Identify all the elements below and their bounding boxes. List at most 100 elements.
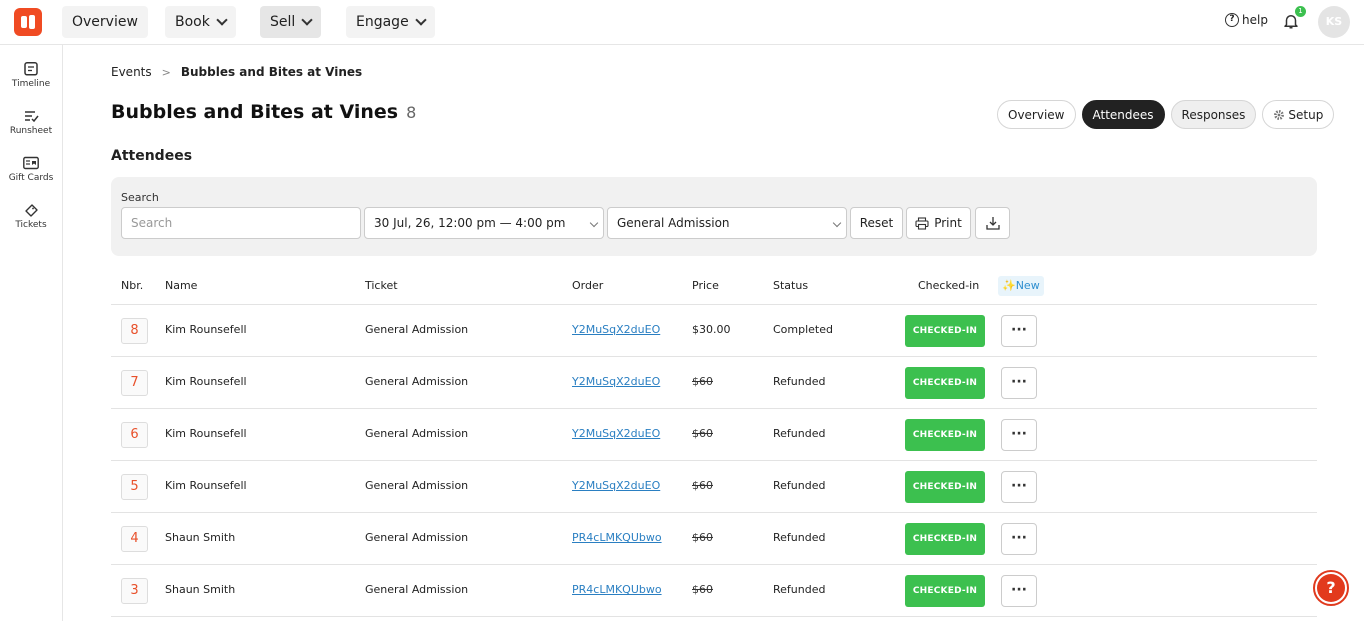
reset-button[interactable]: Reset — [850, 207, 903, 239]
checked-in-button[interactable]: CHECKED-IN — [905, 315, 985, 347]
nav-sell-label: Sell — [270, 14, 296, 30]
tab-attendees[interactable]: Attendees — [1081, 100, 1165, 129]
column-nbr: Nbr. — [121, 279, 144, 292]
gift-card-icon — [23, 156, 39, 170]
table-header: Nbr. Name Ticket Order Price Status Chec… — [111, 271, 1317, 305]
price: $60 — [692, 427, 713, 440]
more-options-button[interactable]: ··· — [1001, 419, 1037, 451]
tab-overview[interactable]: Overview — [997, 100, 1076, 129]
ticket-icon — [25, 204, 38, 217]
ticket-type: General Admission — [365, 375, 469, 388]
attendee-name: Shaun Smith — [165, 583, 236, 596]
ticket-type-select-value: General Admission — [617, 216, 730, 230]
row-number: 4 — [121, 526, 148, 552]
row-number: 6 — [121, 422, 148, 448]
top-nav-bar: Overview Book Sell Engage ? help 1 KS — [0, 0, 1364, 45]
help-label: help — [1242, 13, 1268, 27]
sidebar-item-tickets[interactable]: Tickets — [0, 203, 62, 230]
attendee-name: Kim Rounsefell — [165, 323, 247, 336]
sidebar-item-runsheet[interactable]: Runsheet — [0, 109, 62, 136]
sidebar-item-label: Gift Cards — [8, 173, 54, 183]
event-tabs: Overview Attendees Responses Setup — [997, 100, 1335, 129]
nav-book[interactable]: Book — [165, 6, 236, 38]
runsheet-icon — [25, 111, 39, 123]
sidebar-item-timeline[interactable]: Timeline — [0, 62, 62, 89]
download-button[interactable] — [975, 207, 1010, 239]
sidebar: Timeline Runsheet Gift Cards Tickets — [0, 45, 63, 621]
checked-in-button[interactable]: CHECKED-IN — [905, 367, 985, 399]
help-link[interactable]: ? help — [1225, 13, 1268, 27]
print-button[interactable]: Print — [906, 207, 971, 239]
sidebar-item-label: Timeline — [11, 79, 51, 89]
tab-responses[interactable]: Responses — [1170, 100, 1257, 129]
checked-in-button[interactable]: CHECKED-IN — [905, 575, 985, 607]
app-logo-icon[interactable] — [14, 8, 42, 36]
download-icon — [985, 217, 1000, 230]
session-select[interactable]: 30 Jul, 26, 12:00 pm — 4:00 pm — [364, 207, 604, 239]
sidebar-item-label: Tickets — [15, 220, 47, 230]
row-number: 5 — [121, 474, 148, 500]
price: $60 — [692, 375, 713, 388]
price: $60 — [692, 531, 713, 544]
filters-panel: Search Search 30 Jul, 26, 12:00 pm — 4:0… — [111, 177, 1317, 256]
help-question-icon: ? — [1317, 574, 1345, 602]
tab-setup[interactable]: Setup — [1262, 100, 1335, 129]
more-options-button[interactable]: ··· — [1001, 315, 1037, 347]
breadcrumb-current: Bubbles and Bites at Vines — [180, 65, 363, 79]
price: $30.00 — [692, 323, 731, 336]
checked-in-button[interactable]: CHECKED-IN — [905, 419, 985, 451]
user-avatar[interactable]: KS — [1318, 6, 1350, 38]
chevron-down-icon — [415, 14, 427, 26]
tab-setup-label: Setup — [1288, 107, 1324, 122]
status: Completed — [773, 323, 833, 336]
order-link[interactable]: Y2MuSqX2duEO — [572, 427, 660, 440]
ticket-type: General Admission — [365, 479, 469, 492]
column-ticket: Ticket — [365, 279, 398, 292]
table-row: 8 Kim Rounsefell General Admission Y2MuS… — [111, 305, 1317, 357]
event-title: Bubbles and Bites at Vines — [111, 101, 399, 123]
ticket-type: General Admission — [365, 531, 469, 544]
attendee-count: 8 — [406, 103, 417, 122]
tab-overview-label: Overview — [1008, 107, 1065, 122]
order-link[interactable]: Y2MuSqX2duEO — [572, 323, 660, 336]
more-options-button[interactable]: ··· — [1001, 575, 1037, 607]
column-order: Order — [572, 279, 604, 292]
gear-icon — [1274, 109, 1285, 120]
column-checked-in: Checked-in — [918, 279, 980, 292]
notification-badge: 1 — [1295, 6, 1306, 17]
tab-responses-label: Responses — [1181, 107, 1246, 122]
checked-in-button[interactable]: CHECKED-IN — [905, 523, 985, 555]
more-options-button[interactable]: ··· — [1001, 523, 1037, 555]
table-row: 6 Kim Rounsefell General Admission Y2MuS… — [111, 409, 1317, 461]
nav-overview-label: Overview — [72, 14, 138, 30]
checked-in-button[interactable]: CHECKED-IN — [905, 471, 985, 503]
price: $60 — [692, 479, 713, 492]
sidebar-item-label: Runsheet — [9, 126, 53, 136]
nav-sell[interactable]: Sell — [260, 6, 322, 38]
row-number: 3 — [121, 578, 148, 604]
search-input[interactable]: Search — [121, 207, 361, 239]
table-row: 7 Kim Rounsefell General Admission Y2MuS… — [111, 357, 1317, 409]
more-options-button[interactable]: ··· — [1001, 471, 1037, 503]
column-name: Name — [165, 279, 198, 292]
table-row: 5 Kim Rounsefell General Admission Y2MuS… — [111, 461, 1317, 513]
chevron-down-icon — [216, 14, 228, 26]
status: Refunded — [773, 479, 826, 492]
status: Refunded — [773, 531, 826, 544]
nav-engage[interactable]: Engage — [346, 6, 435, 38]
order-link[interactable]: PR4cLMKQUbwo — [572, 531, 662, 544]
nav-overview[interactable]: Overview — [62, 6, 148, 38]
breadcrumb: Events > Bubbles and Bites at Vines — [111, 65, 362, 79]
order-link[interactable]: Y2MuSqX2duEO — [572, 479, 660, 492]
order-link[interactable]: Y2MuSqX2duEO — [572, 375, 660, 388]
sidebar-item-gift-cards[interactable]: Gift Cards — [0, 156, 62, 183]
timeline-icon — [24, 62, 38, 76]
table-row: 4 Shaun Smith General Admission PR4cLMKQ… — [111, 513, 1317, 565]
order-link[interactable]: PR4cLMKQUbwo — [572, 583, 662, 596]
chevron-down-icon — [301, 14, 313, 26]
ticket-type-select[interactable]: General Admission — [607, 207, 847, 239]
breadcrumb-events-link[interactable]: Events — [111, 65, 152, 79]
ticket-type: General Admission — [365, 427, 469, 440]
more-options-button[interactable]: ··· — [1001, 367, 1037, 399]
help-chat-button[interactable]: ? — [1313, 570, 1349, 606]
